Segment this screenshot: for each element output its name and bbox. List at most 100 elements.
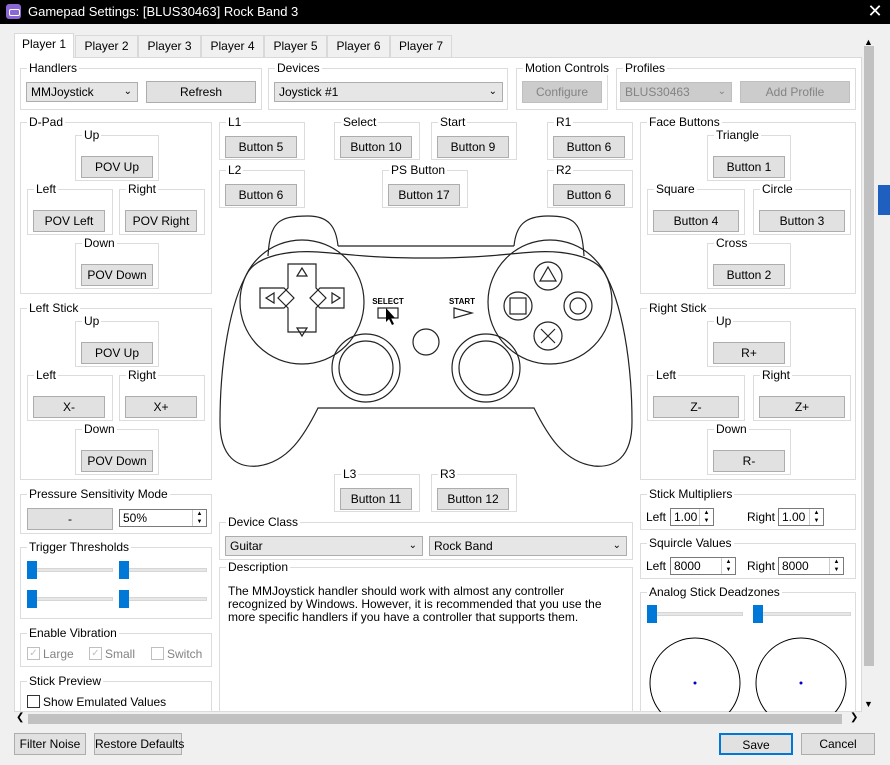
r3-button[interactable]: Button 12 bbox=[437, 488, 509, 510]
r2-button[interactable]: Button 6 bbox=[553, 184, 625, 206]
r1-label: R1 bbox=[554, 115, 574, 129]
squircle-right-spinner[interactable]: 8000 ▲ ▼ bbox=[778, 557, 844, 575]
scroll-right-icon[interactable]: ❯ bbox=[850, 712, 858, 723]
right-stick-left-group: Left Z- bbox=[647, 368, 745, 421]
square-button[interactable]: Button 4 bbox=[653, 210, 739, 232]
scroll-left-icon[interactable]: ❮ bbox=[16, 712, 24, 723]
left-stick-down-button[interactable]: POV Down bbox=[81, 450, 153, 472]
multiplier-right-label: Right bbox=[747, 510, 776, 524]
handlers-select[interactable]: MMJoystick ⌄ bbox=[26, 82, 138, 102]
left-stick-left-button[interactable]: X- bbox=[33, 396, 105, 418]
left-stick-right-button[interactable]: X+ bbox=[125, 396, 197, 418]
circle-button[interactable]: Button 3 bbox=[759, 210, 845, 232]
right-stick-label: Right Stick bbox=[647, 301, 709, 315]
deadzone-right-slider-thumb[interactable] bbox=[753, 605, 763, 623]
small-checkbox[interactable]: ✓ bbox=[89, 647, 102, 660]
squircle-left-label: Left bbox=[646, 559, 667, 573]
spin-arrows-icon[interactable]: ▲ ▼ bbox=[809, 509, 823, 525]
scroll-down-icon[interactable]: ▼ bbox=[864, 699, 873, 709]
right-stick-down-button[interactable]: R- bbox=[713, 450, 785, 472]
squircle-label: Squircle Values bbox=[647, 536, 734, 550]
ps-group: PS Button Button 17 bbox=[382, 163, 468, 208]
configure-button[interactable]: Configure bbox=[522, 81, 602, 103]
mouse-cursor-icon bbox=[386, 308, 395, 325]
show-emulated-checkbox[interactable] bbox=[27, 695, 40, 708]
right-stick-left-button[interactable]: Z- bbox=[653, 396, 739, 418]
devices-select[interactable]: Joystick #1 ⌄ bbox=[274, 82, 503, 102]
trigger-r2-slider-track bbox=[119, 597, 207, 601]
trigger-l2-slider-thumb[interactable] bbox=[27, 590, 37, 608]
vertical-scroll-thumb[interactable] bbox=[864, 46, 874, 666]
add-profile-button[interactable]: Add Profile bbox=[740, 81, 850, 103]
right-stick-right-button[interactable]: Z+ bbox=[759, 396, 845, 418]
select-button[interactable]: Button 10 bbox=[340, 136, 412, 158]
squircle-left-spinner[interactable]: 8000 ▲ ▼ bbox=[670, 557, 736, 575]
square-label: Square bbox=[654, 182, 697, 196]
spin-arrows-icon[interactable]: ▲ ▼ bbox=[829, 558, 843, 574]
chevron-down-icon: ⌄ bbox=[717, 86, 726, 97]
tab-player-2[interactable]: Player 2 bbox=[75, 35, 138, 57]
l3-button[interactable]: Button 11 bbox=[340, 488, 412, 510]
trigger-r-slider-track bbox=[119, 568, 207, 572]
left-stick-up-button[interactable]: POV Up bbox=[81, 342, 153, 364]
pressure-button[interactable]: - bbox=[27, 508, 113, 530]
window-title: Gamepad Settings: [BLUS30463] Rock Band … bbox=[28, 4, 299, 19]
device-class-select[interactable]: Guitar ⌄ bbox=[225, 536, 423, 556]
left-analog-inner bbox=[338, 340, 394, 396]
multiplier-left-value: 1.00 bbox=[674, 510, 698, 524]
triangle-label: Triangle bbox=[714, 128, 761, 142]
switch-label: Switch bbox=[167, 647, 203, 661]
trigger-l-slider-thumb[interactable] bbox=[27, 561, 37, 579]
tab-player-3[interactable]: Player 3 bbox=[138, 35, 201, 57]
restore-defaults-button[interactable]: Restore Defaults bbox=[94, 733, 184, 755]
start-label: Start bbox=[438, 115, 468, 129]
dpad-right-group: Right POV Right bbox=[119, 182, 205, 235]
tab-player-7[interactable]: Player 7 bbox=[390, 35, 452, 57]
select-group: Select Button 10 bbox=[334, 115, 420, 160]
trigger-l-slider-track bbox=[27, 568, 113, 572]
filter-noise-button[interactable]: Filter Noise bbox=[14, 733, 86, 755]
dpad-right-button[interactable]: POV Right bbox=[125, 210, 197, 232]
title-bar: Gamepad Settings: [BLUS30463] Rock Band … bbox=[0, 0, 890, 24]
right-stick-group: Right Stick Up R+ Left Z- Right Z+ Down R- bbox=[640, 301, 856, 480]
tab-player-6[interactable]: Player 6 bbox=[327, 35, 390, 57]
dpad-group: D-Pad Up POV Up Left POV Left Right POV Rig… bbox=[20, 115, 212, 294]
trigger-r2-slider-thumb[interactable] bbox=[119, 590, 129, 608]
spin-arrows-icon[interactable]: ▲ ▼ bbox=[192, 510, 206, 526]
start-button[interactable]: Button 9 bbox=[437, 136, 509, 158]
cross-button[interactable]: Button 2 bbox=[713, 264, 785, 286]
profiles-select[interactable]: BLUS30463 ⌄ bbox=[620, 82, 732, 102]
dpad-up-button[interactable]: POV Up bbox=[81, 156, 153, 178]
close-icon[interactable]: ✕ bbox=[862, 0, 888, 24]
l1-button[interactable]: Button 5 bbox=[225, 136, 297, 158]
triangle-button[interactable]: Button 1 bbox=[713, 156, 785, 178]
tab-player-1[interactable]: Player 1 bbox=[14, 33, 74, 58]
stick-multipliers-label: Stick Multipliers bbox=[647, 487, 735, 501]
trigger-r-slider-thumb[interactable] bbox=[119, 561, 129, 579]
horizontal-scroll-thumb[interactable] bbox=[28, 714, 842, 724]
deadzone-left-slider-thumb[interactable] bbox=[647, 605, 657, 623]
pressure-spinner[interactable]: 50% ▲ ▼ bbox=[119, 509, 207, 527]
tab-player-5[interactable]: Player 5 bbox=[264, 35, 327, 57]
device-class-label: Device Class bbox=[226, 515, 301, 529]
switch-checkbox[interactable] bbox=[151, 647, 164, 660]
large-checkbox[interactable]: ✓ bbox=[27, 647, 40, 660]
refresh-button[interactable]: Refresh bbox=[146, 81, 256, 103]
devices-label: Devices bbox=[275, 61, 322, 75]
dpad-left-button[interactable]: POV Left bbox=[33, 210, 105, 232]
r1-button[interactable]: Button 6 bbox=[553, 136, 625, 158]
ps-button[interactable]: Button 17 bbox=[388, 184, 460, 206]
tab-player-4[interactable]: Player 4 bbox=[201, 35, 264, 57]
right-stick-up-button[interactable]: R+ bbox=[713, 342, 785, 364]
trigger-group: Trigger Thresholds bbox=[20, 540, 212, 619]
multiplier-left-spinner[interactable]: 1.00 ▲ ▼ bbox=[670, 508, 714, 526]
save-button[interactable]: Save bbox=[719, 733, 793, 755]
multiplier-right-spinner[interactable]: 1.00 ▲ ▼ bbox=[778, 508, 824, 526]
pad-start-text: START bbox=[449, 297, 475, 306]
dpad-down-button[interactable]: POV Down bbox=[81, 264, 153, 286]
spin-arrows-icon[interactable]: ▲ ▼ bbox=[721, 558, 735, 574]
spin-arrows-icon[interactable]: ▲ ▼ bbox=[699, 509, 713, 525]
cancel-button[interactable]: Cancel bbox=[801, 733, 875, 755]
device-subclass-select[interactable]: Rock Band ⌄ bbox=[429, 536, 627, 556]
l2-button[interactable]: Button 6 bbox=[225, 184, 297, 206]
